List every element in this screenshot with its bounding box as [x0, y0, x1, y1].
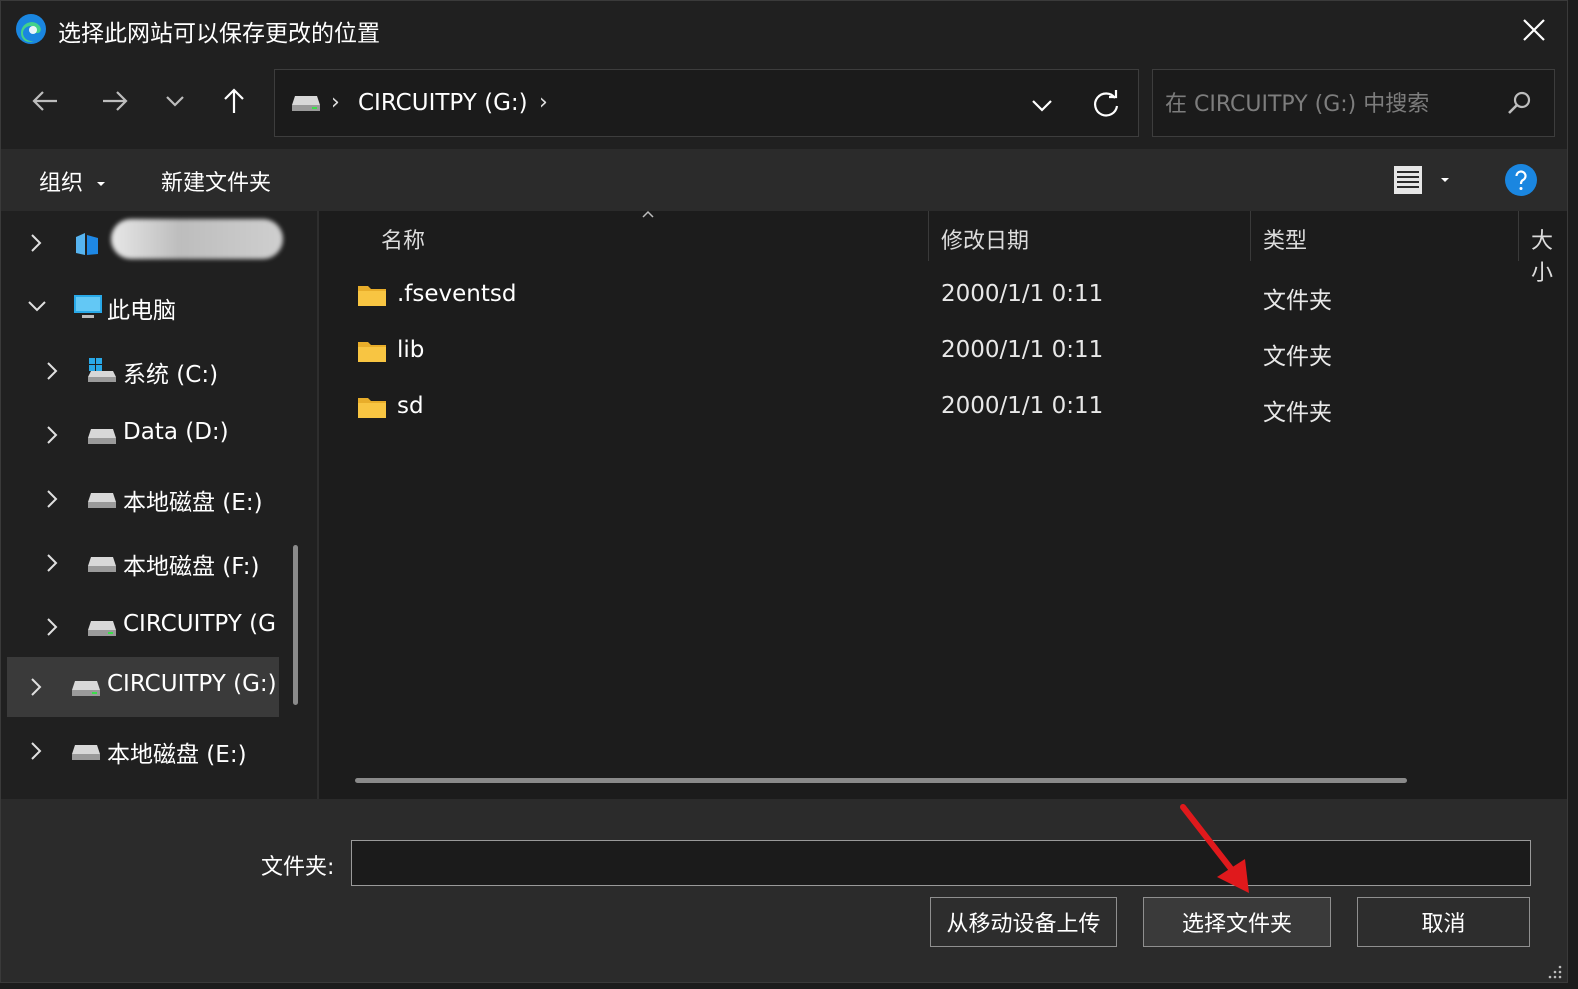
- tree-scrollbar[interactable]: [293, 545, 298, 705]
- drive-icon: [88, 493, 116, 508]
- file-type: 文件夹: [1263, 344, 1332, 370]
- column-separator[interactable]: [928, 211, 929, 261]
- tree-item-label: Data (D:): [123, 419, 229, 445]
- search-box: [1152, 69, 1555, 137]
- list-item[interactable]: .fseventsd 2000/1/1 0:11 文件夹: [345, 271, 1545, 325]
- tree-item-label: 本地磁盘 (F:): [123, 554, 260, 580]
- organize-label: 组织: [39, 171, 84, 196]
- folder-icon: [358, 286, 386, 306]
- tree-item-circuitpy-nested[interactable]: CIRCUITPY (G: [7, 597, 279, 657]
- organize-menu[interactable]: 组织: [39, 165, 106, 197]
- file-name: sd: [397, 393, 424, 419]
- list-item[interactable]: sd 2000/1/1 0:11 文件夹: [345, 383, 1545, 437]
- search-icon[interactable]: [1506, 90, 1532, 116]
- sort-ascending-icon: [642, 210, 654, 218]
- horizontal-scrollbar[interactable]: [355, 778, 1407, 783]
- caret-down-icon: [97, 182, 106, 186]
- chevron-right-icon[interactable]: [45, 361, 59, 381]
- search-input[interactable]: [1163, 84, 1497, 124]
- tree-item-label: 此电脑: [107, 298, 176, 324]
- edge-logo-icon: [16, 14, 46, 44]
- file-list: 名称 修改日期 类型 大小 .fseventsd 2000/1/1 0:11 文…: [319, 210, 1567, 799]
- new-folder-button[interactable]: 新建文件夹: [161, 165, 271, 197]
- tree-item-cloud-drive[interactable]: [7, 213, 283, 273]
- computer-icon: [74, 295, 102, 318]
- chevron-right-icon[interactable]: [45, 489, 59, 509]
- help-icon[interactable]: [1504, 163, 1538, 197]
- column-separator[interactable]: [1518, 211, 1519, 261]
- breadcrumb-circuitpy[interactable]: CIRCUITPY (G:): [358, 90, 528, 116]
- view-options-button[interactable]: [1391, 163, 1461, 197]
- tree-item-this-pc[interactable]: 此电脑: [7, 277, 279, 337]
- upload-from-mobile-button[interactable]: 从移动设备上传: [930, 897, 1117, 947]
- cancel-button[interactable]: 取消: [1357, 897, 1530, 947]
- caret-down-icon: [1441, 178, 1449, 182]
- file-modified: 2000/1/1 0:11: [941, 393, 1104, 419]
- cloud-drive-icon: [76, 233, 98, 255]
- select-folder-button[interactable]: 选择文件夹: [1143, 897, 1331, 947]
- list-item[interactable]: lib 2000/1/1 0:11 文件夹: [345, 327, 1545, 381]
- refresh-icon[interactable]: [1087, 85, 1125, 123]
- tree-item-label: 本地磁盘 (E:): [123, 490, 263, 516]
- up-arrow-icon[interactable]: [214, 81, 254, 121]
- column-header-modified[interactable]: 修改日期: [941, 223, 1029, 255]
- file-type: 文件夹: [1263, 288, 1332, 314]
- tree-item-circuitpy-selected[interactable]: CIRCUITPY (G:): [7, 657, 279, 717]
- title-bar: 选择此网站可以保存更改的位置: [1, 1, 1567, 59]
- chevron-right-icon[interactable]: [45, 617, 59, 637]
- chevron-right-icon[interactable]: [45, 553, 59, 573]
- column-separator[interactable]: [1250, 211, 1251, 261]
- breadcrumb-separator-trailing[interactable]: ›: [539, 90, 548, 115]
- tree-item-drive-f[interactable]: 本地磁盘 (F:): [7, 533, 279, 593]
- folder-label: 文件夹:: [261, 855, 335, 880]
- file-modified: 2000/1/1 0:11: [941, 337, 1104, 363]
- drive-icon: [88, 429, 116, 444]
- redaction-mark: [111, 219, 283, 259]
- file-modified: 2000/1/1 0:11: [941, 281, 1104, 307]
- chevron-right-icon[interactable]: [29, 741, 43, 761]
- tree-item-drive-e[interactable]: 本地磁盘 (E:): [7, 469, 279, 529]
- drive-icon: [72, 745, 100, 760]
- resize-grip-icon[interactable]: [1547, 964, 1563, 980]
- address-dropdown-chevron-icon[interactable]: [1025, 88, 1059, 122]
- navigation-tree: 此电脑 系统 (C:) Data (D:) 本地磁盘 (E:) 本地磁盘 (F:…: [1, 211, 301, 799]
- breadcrumb-separator: ›: [331, 90, 340, 115]
- drive-icon: [292, 96, 320, 111]
- navigation-bar: › CIRCUITPY (G:) ›: [1, 59, 1567, 149]
- recent-locations-chevron-icon[interactable]: [155, 81, 195, 121]
- chevron-right-icon[interactable]: [29, 677, 43, 697]
- tree-item-label: CIRCUITPY (G: [123, 611, 276, 637]
- dialog-footer: 文件夹: 从移动设备上传 选择文件夹 取消: [1, 799, 1567, 982]
- tree-item-label: CIRCUITPY (G:): [107, 671, 277, 697]
- folder-icon: [358, 342, 386, 362]
- drive-icon: [88, 557, 116, 572]
- column-header-type[interactable]: 类型: [1263, 223, 1307, 255]
- folder-name-input[interactable]: [351, 840, 1531, 886]
- close-icon[interactable]: [1511, 7, 1557, 53]
- details-view-icon: [1394, 166, 1422, 194]
- file-name: lib: [397, 337, 425, 363]
- tree-item-label: 系统 (C:): [123, 362, 219, 388]
- column-header-name[interactable]: 名称: [381, 223, 425, 255]
- file-picker-dialog: 选择此网站可以保存更改的位置 › CIRCUITPY (G:) › 在 CIRC…: [0, 0, 1568, 983]
- folder-icon: [358, 398, 386, 418]
- system-drive-icon: [88, 358, 116, 382]
- chevron-right-icon[interactable]: [29, 233, 43, 253]
- file-type: 文件夹: [1263, 400, 1332, 426]
- address-bar[interactable]: › CIRCUITPY (G:) ›: [274, 69, 1139, 137]
- chevron-down-icon[interactable]: [27, 299, 47, 313]
- command-bar: 组织 新建文件夹: [1, 149, 1567, 211]
- dialog-title: 选择此网站可以保存更改的位置: [58, 21, 380, 47]
- tree-item-drive-d[interactable]: Data (D:): [7, 405, 279, 465]
- back-arrow-icon[interactable]: [25, 81, 65, 121]
- tree-item-drive-e-secondary[interactable]: 本地磁盘 (E:): [7, 721, 279, 781]
- tree-item-label: 本地磁盘 (E:): [107, 742, 247, 768]
- chevron-right-icon[interactable]: [45, 425, 59, 445]
- tree-item-drive-c[interactable]: 系统 (C:): [7, 341, 279, 401]
- drive-icon: [72, 681, 100, 696]
- drive-icon: [88, 621, 116, 636]
- forward-arrow-icon[interactable]: [95, 81, 135, 121]
- file-name: .fseventsd: [397, 281, 517, 307]
